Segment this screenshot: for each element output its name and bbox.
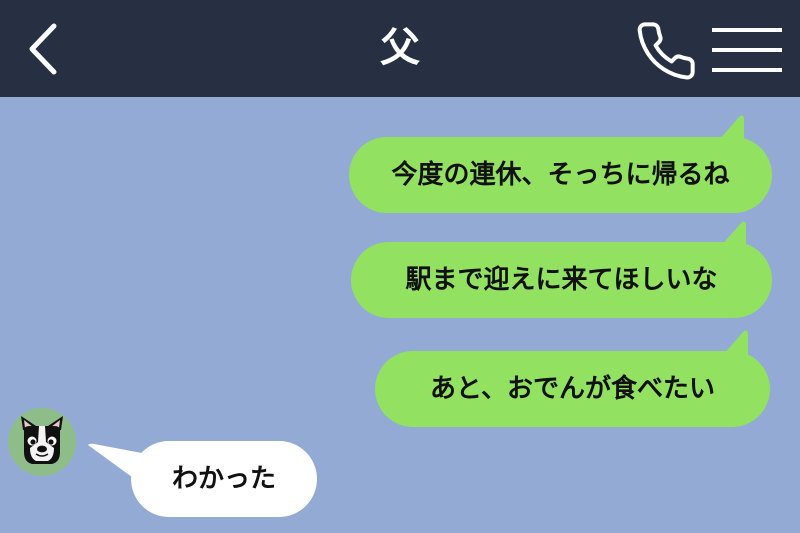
hamburger-menu-icon	[712, 28, 782, 72]
message-bubble-received[interactable]: わかった	[131, 441, 317, 517]
call-button[interactable]	[634, 19, 698, 83]
message-bubble-sent[interactable]: あと、おでんが食べたい	[375, 351, 770, 427]
chat-header: 父	[0, 0, 800, 97]
message-bubble-sent[interactable]: 今度の連休、そっちに帰るね	[349, 137, 772, 213]
back-button[interactable]	[18, 20, 68, 78]
menu-button[interactable]	[708, 22, 786, 78]
avatar[interactable]	[8, 408, 76, 476]
message-bubble-sent[interactable]: 駅まで迎えに来てほしいな	[351, 242, 772, 318]
boston-terrier-dog-icon	[8, 408, 76, 476]
chevron-left-icon	[29, 23, 57, 75]
chat-title: 父	[380, 25, 420, 71]
phone-icon	[637, 22, 695, 80]
